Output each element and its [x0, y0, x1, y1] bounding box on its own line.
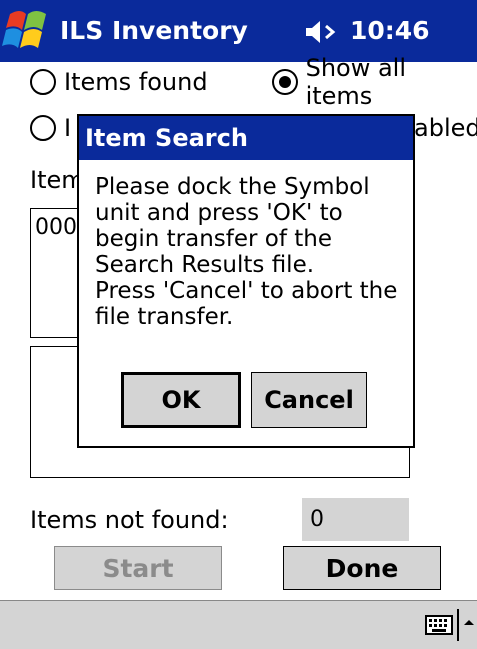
radio-label: I: [64, 114, 72, 142]
speaker-icon[interactable]: [302, 18, 342, 46]
dialog-message-line: file transfer.: [95, 304, 234, 330]
bottom-taskbar: [0, 600, 477, 649]
radio-show-all[interactable]: Show all items: [272, 54, 477, 110]
done-button[interactable]: Done: [283, 546, 441, 590]
title-bar: ILS Inventory 10:46: [0, 0, 477, 62]
up-arrow-icon[interactable]: [462, 617, 476, 627]
app-title: ILS Inventory: [60, 16, 248, 45]
radio-row2-right-label: abled: [414, 114, 477, 142]
ok-button[interactable]: OK: [121, 372, 241, 428]
dialog-title: Item Search: [79, 116, 413, 160]
dialog-message-line: Please dock the Symbol: [95, 174, 370, 200]
radio-label: Show all items: [305, 54, 407, 110]
dialog-message-line: begin transfer of the: [95, 226, 332, 252]
sip-separator: [457, 609, 459, 641]
cancel-button[interactable]: Cancel: [251, 372, 367, 428]
dialog-message-line: Press 'Cancel' to abort the: [95, 278, 398, 304]
items-not-found-value: 0: [302, 498, 409, 541]
keyboard-icon[interactable]: [425, 615, 453, 635]
radio-items-found[interactable]: Items found: [30, 62, 208, 102]
windows-flag-icon[interactable]: [2, 4, 52, 58]
start-button[interactable]: Start: [54, 546, 222, 590]
radio-label: Items found: [64, 68, 208, 96]
radio-button[interactable]: [272, 69, 298, 95]
dialog-message-line: unit and press 'OK' to: [95, 200, 343, 226]
item-search-dialog: Item Search Please dock the Symbol unit …: [77, 114, 415, 448]
radio-button[interactable]: [30, 115, 56, 141]
clock[interactable]: 10:46: [350, 0, 430, 62]
dialog-message-line: Search Results file.: [95, 252, 315, 278]
radio-button[interactable]: [30, 69, 56, 95]
dialog-message: Please dock the Symbol unit and press 'O…: [95, 174, 405, 330]
list-item[interactable]: 000: [35, 215, 77, 240]
items-not-found-label: Items not found:: [30, 506, 229, 534]
radio-row2-left[interactable]: I: [30, 108, 71, 148]
